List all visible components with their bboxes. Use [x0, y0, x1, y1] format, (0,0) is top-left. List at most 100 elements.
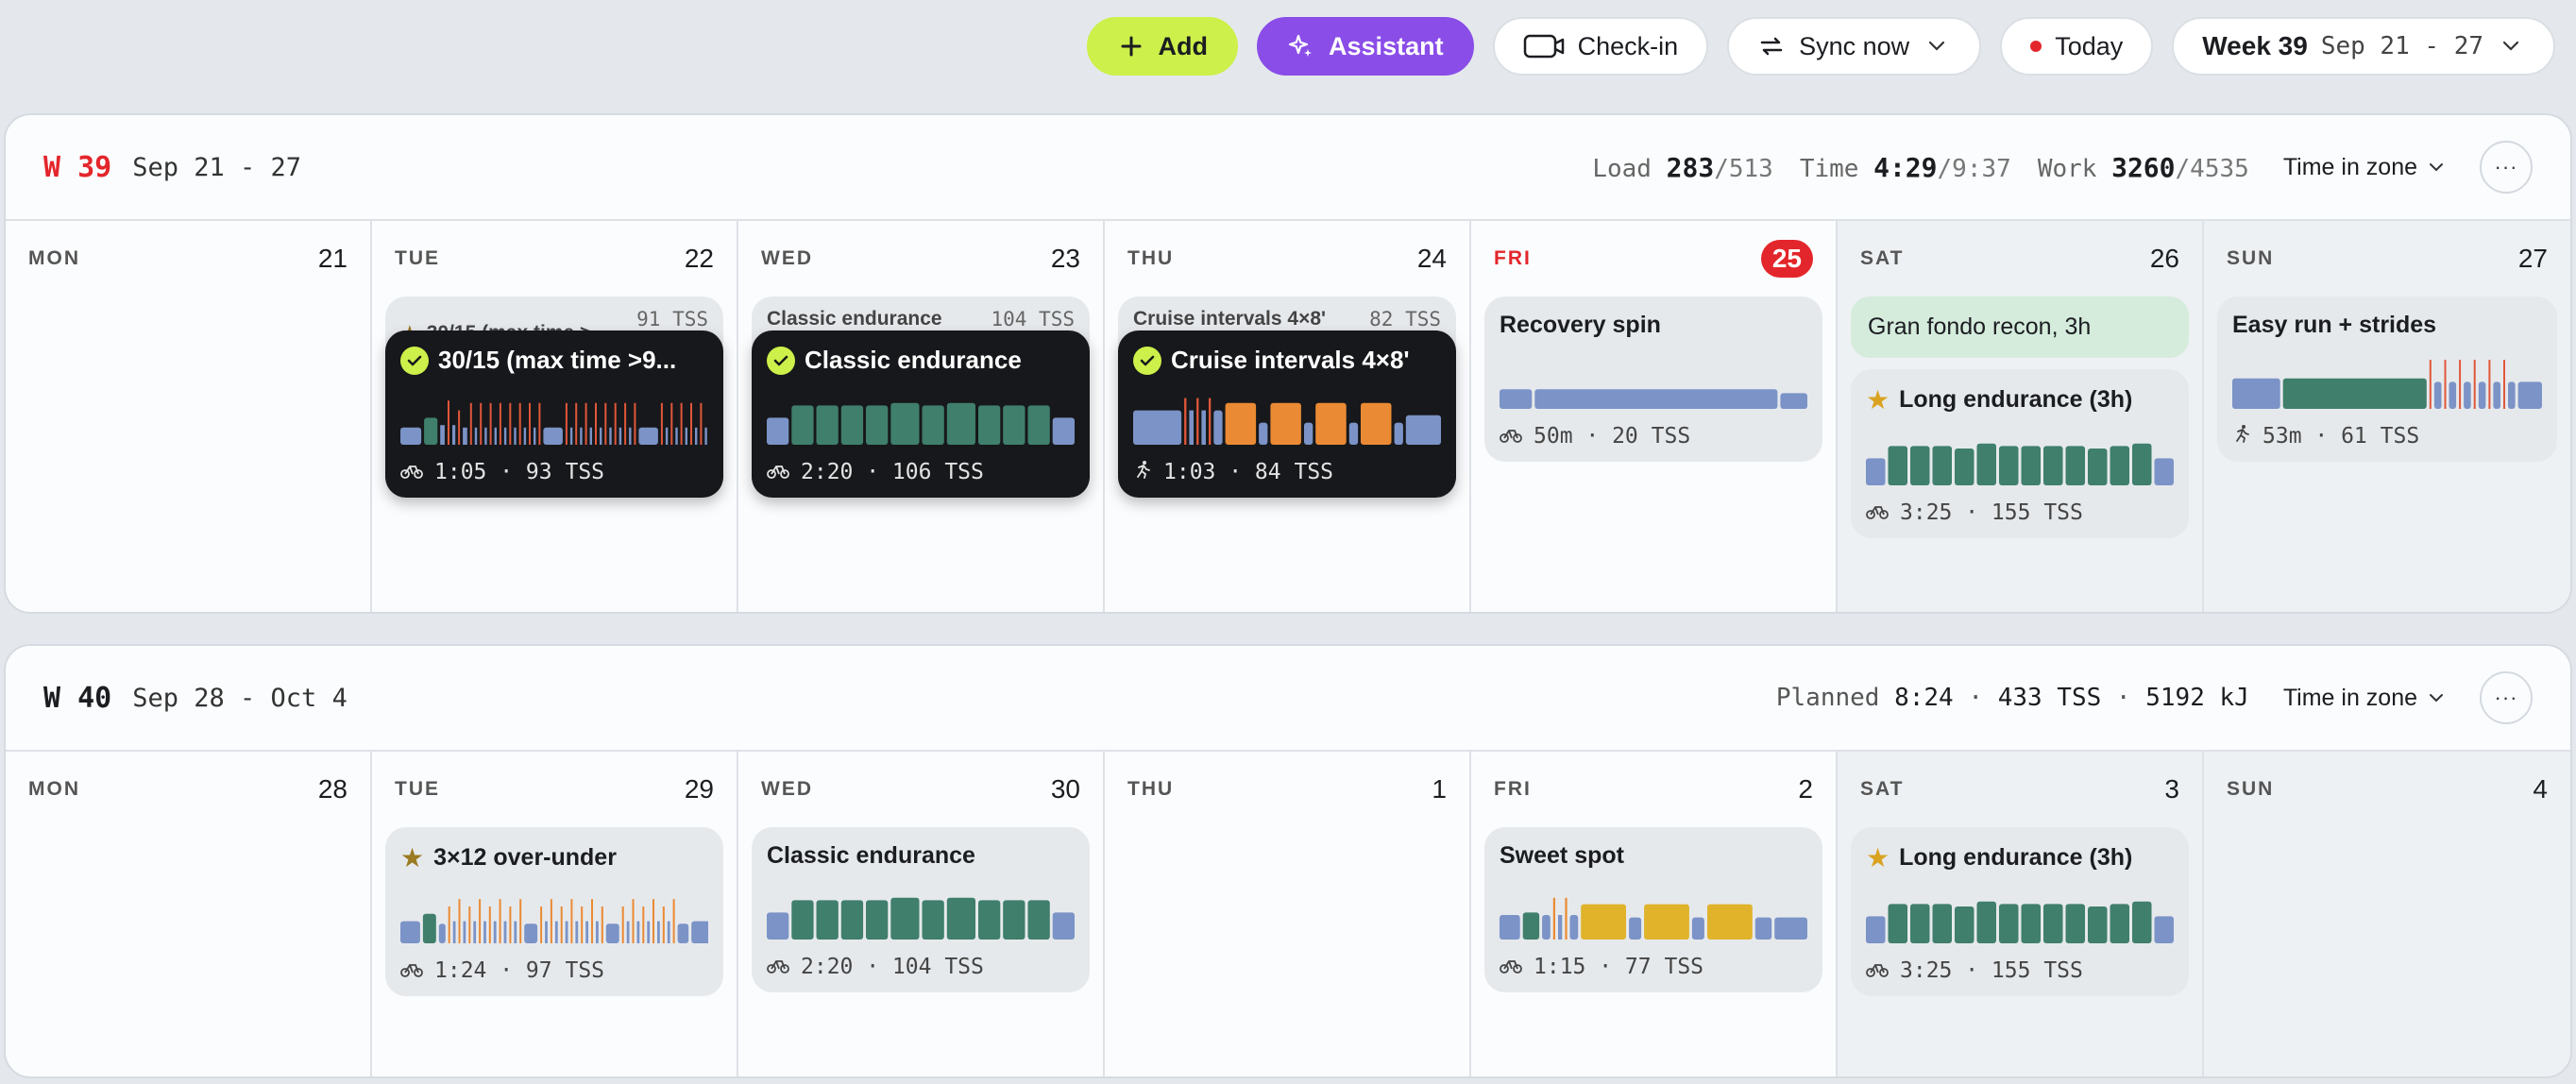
day-thu-1[interactable]: THU 1 — [1105, 752, 1471, 1076]
bike-icon — [767, 460, 789, 484]
interval-bar — [2132, 901, 2152, 943]
interval-bar — [440, 425, 445, 445]
day-sat-3[interactable]: SAT 3 ★ Long endurance (3h) 3:25 · 155 TSS — [1838, 752, 2204, 1076]
checkin-button[interactable]: Check-in — [1492, 17, 1709, 76]
day-wed-23[interactable]: WED 23 Classic endurance 104 TSS Classic … — [738, 221, 1105, 612]
interval-bar — [509, 402, 512, 445]
interval-bar — [524, 923, 538, 943]
interval-bar — [2473, 360, 2476, 409]
interval-bars — [1500, 897, 1807, 940]
interval-bar — [2429, 360, 2432, 409]
day-sun-27[interactable]: SUN 27 Easy run + strides 53m · 61 TSS — [2204, 221, 2570, 612]
day-of-week: SAT — [1860, 778, 1905, 800]
day-mon-21[interactable]: MON 21 — [6, 221, 372, 612]
interval-bar — [585, 402, 587, 445]
workout-card[interactable]: Sweet spot 1:15 · 77 TSS — [1484, 827, 1822, 992]
interval-bar — [2021, 904, 2041, 943]
interval-bar — [585, 921, 588, 943]
day-wed-30[interactable]: WED 30 Classic endurance 2:20 · 104 TSS — [738, 752, 1105, 1076]
add-button[interactable]: Add — [1086, 17, 1239, 76]
interval-bar — [670, 402, 673, 445]
workout-card[interactable]: ★ Long endurance (3h) 3:25 · 155 TSS — [1851, 827, 2189, 996]
interval-bar — [2132, 443, 2152, 485]
today-button[interactable]: Today — [2000, 17, 2154, 76]
interval-bar — [2444, 360, 2447, 409]
workout-card[interactable]: ★ Long endurance (3h) 3:25 · 155 TSS — [1851, 369, 2189, 538]
interval-bar — [662, 906, 665, 943]
ellipsis-icon: ··· — [2494, 686, 2518, 709]
day-number: 3 — [2164, 774, 2179, 804]
more-options-button[interactable]: ··· — [2480, 141, 2533, 194]
interval-bar — [660, 402, 663, 445]
bike-icon — [1866, 500, 1889, 525]
workout-card[interactable]: Cruise intervals 4×8' 1:03 · 84 TSS — [1118, 330, 1456, 498]
day-mon-28[interactable]: MON 28 — [6, 752, 372, 1076]
interval-bar — [1522, 912, 1540, 940]
day-fri-2[interactable]: FRI 2 Sweet spot 1:15 · 77 TSS — [1471, 752, 1838, 1076]
interval-bar — [488, 906, 491, 943]
day-sun-4[interactable]: SUN 4 — [2204, 752, 2570, 1076]
more-options-button[interactable]: ··· — [2480, 671, 2533, 724]
time-in-zone-dropdown[interactable]: Time in zone — [2283, 685, 2444, 712]
interval-bar — [2508, 381, 2516, 409]
workout-title: Classic endurance — [767, 842, 975, 869]
work-stat: Work 3260/4535 — [2037, 151, 2249, 183]
day-thu-24[interactable]: THU 24 Cruise intervals 4×8' 82 TSS Cruis… — [1105, 221, 1471, 612]
interval-bar — [560, 906, 563, 943]
event-note[interactable]: Gran fondo recon, 3h — [1851, 296, 2189, 358]
planned-stat: Planned 8:24 · 433 TSS · 5192 kJ — [1775, 684, 2249, 712]
workout-card[interactable]: Recovery spin 50m · 20 TSS — [1484, 296, 1822, 462]
interval-bar — [1394, 422, 1403, 445]
week-selector-label: Week 39 — [2202, 31, 2308, 60]
interval-bar — [1259, 422, 1268, 445]
workout-card[interactable]: 30/15 (max time >9... 1:05 · 93 TSS — [385, 330, 723, 498]
interval-chart — [1500, 360, 1807, 409]
interval-chart — [1866, 894, 2174, 943]
interval-bar — [1774, 917, 1807, 940]
day-tue-22[interactable]: TUE22 ★30/15 (max time >... 91 TSS 30/15… — [372, 221, 738, 612]
assistant-button[interactable]: Assistant — [1257, 17, 1474, 76]
interval-bar — [1270, 402, 1301, 445]
day-fri-25[interactable]: FRI 25 Recovery spin 50m · 20 TSS — [1471, 221, 1838, 612]
interval-bar — [1027, 900, 1050, 940]
workout-card[interactable]: Easy run + strides 53m · 61 TSS — [2217, 296, 2557, 462]
workout-card[interactable]: Classic endurance 2:20 · 104 TSS — [752, 827, 1090, 992]
interval-bars — [1133, 398, 1441, 445]
day-of-week: THU — [1127, 778, 1175, 800]
interval-bar — [609, 427, 612, 445]
day-sat-26[interactable]: SAT 26 Gran fondo recon, 3h ★ Long enduran… — [1838, 221, 2204, 612]
interval-bar — [695, 427, 698, 445]
week-selector[interactable]: Week 39 Sep 21 - 27 — [2172, 17, 2555, 76]
week-header: W 39 Sep 21 - 27 Load 283/513 Time 4:29/… — [6, 115, 2570, 221]
day-tue-29[interactable]: TUE 29 ★ 3×12 over-under 1:24 · 97 TSS — [372, 752, 738, 1076]
interval-bars — [1866, 443, 2174, 485]
week-header: W 40 Sep 28 - Oct 4 Planned 8:24 · 433 T… — [6, 646, 2570, 752]
workout-title: Cruise intervals 4×8' — [1171, 346, 1410, 374]
interval-bar — [600, 427, 602, 445]
workout-card[interactable]: ★ 3×12 over-under 1:24 · 97 TSS — [385, 827, 723, 996]
interval-bar — [672, 899, 675, 943]
camera-icon — [1523, 32, 1565, 60]
workout-meta: 3:25 · 155 TSS — [1900, 958, 2083, 983]
check-icon — [400, 346, 429, 375]
interval-bar — [503, 921, 507, 943]
week-number: W 40 — [43, 681, 112, 715]
interval-bar — [1910, 446, 1930, 485]
day-number: 29 — [684, 774, 714, 804]
interval-bar — [499, 402, 501, 445]
interval-bar — [840, 405, 864, 445]
interval-chart — [2232, 360, 2542, 409]
interval-bar — [647, 921, 651, 943]
time-in-zone-dropdown[interactable]: Time in zone — [2283, 154, 2444, 181]
interval-bar — [1500, 915, 1520, 940]
interval-bar — [677, 923, 689, 943]
interval-bar — [791, 405, 814, 445]
interval-bar — [1315, 402, 1347, 445]
interval-bar — [2088, 906, 2108, 943]
workout-card[interactable]: Classic endurance 2:20 · 106 TSS — [752, 330, 1090, 498]
run-icon — [2232, 424, 2251, 449]
check-icon — [767, 346, 795, 375]
sync-button[interactable]: Sync now — [1727, 17, 1982, 76]
interval-bar — [1348, 422, 1359, 445]
day-of-week: THU — [1127, 247, 1175, 269]
